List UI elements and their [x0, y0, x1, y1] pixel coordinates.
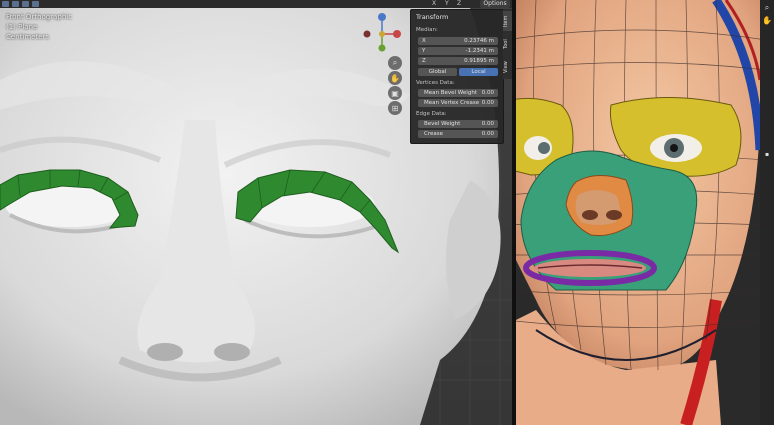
field-key: X [422, 38, 426, 44]
zoom-icon[interactable]: ⌕ [762, 3, 772, 13]
grid-ortho-icon[interactable]: ⊞ [388, 101, 402, 115]
camera-view-icon[interactable]: ▣ [388, 86, 402, 100]
right-toolbar-strip [760, 0, 774, 425]
tab-view[interactable]: View [503, 57, 512, 77]
tool-icon[interactable]: ▪ [762, 150, 772, 160]
select-mode-icon[interactable] [12, 1, 19, 7]
mean-vertex-crease-field[interactable]: Mean Vertex Crease 0.00 [418, 99, 498, 107]
field-value: 0.00 [481, 131, 494, 137]
shading-icon[interactable] [32, 1, 39, 7]
global-space-button[interactable]: Global [418, 68, 457, 76]
local-space-button[interactable]: Local [459, 68, 498, 76]
topology-face-reference [516, 0, 760, 425]
topology-reference-viewport[interactable] [516, 0, 760, 425]
viewport-header [0, 0, 516, 8]
transform-icon[interactable] [22, 1, 29, 7]
tab-item[interactable]: Item [503, 11, 512, 31]
vertices-data-label: Vertices Data: [416, 80, 455, 86]
field-key: Mean Bevel Weight [424, 90, 477, 96]
mean-bevel-weight-field[interactable]: Mean Bevel Weight 0.00 [418, 89, 498, 97]
editor-type-icon[interactable] [2, 1, 9, 7]
gizmo-y-axis[interactable] [378, 44, 386, 52]
mirror-x-toggle[interactable]: X [432, 0, 436, 8]
median-x-field[interactable]: X 0.23746 m [418, 37, 498, 45]
median-y-field[interactable]: Y -1.2341 m [418, 47, 498, 55]
median-label: Median: [416, 27, 438, 33]
mirror-z-toggle[interactable]: Z [457, 0, 461, 8]
field-key: Crease [424, 131, 443, 137]
pan-hand-icon[interactable]: ✋ [388, 71, 402, 85]
bevel-weight-field[interactable]: Bevel Weight 0.00 [418, 120, 498, 128]
edge-data-label: Edge Data: [416, 111, 447, 117]
mirror-y-toggle[interactable]: Y [445, 0, 449, 8]
transform-sidebar-panel: Transform Median: X 0.23746 m Y -1.2341 … [410, 9, 504, 144]
navigation-gizmo[interactable] [360, 12, 404, 56]
field-value: 0.23746 m [464, 38, 494, 44]
gizmo-neg-x-axis[interactable] [363, 30, 371, 38]
crease-field[interactable]: Crease 0.00 [418, 130, 498, 138]
field-value: -1.2341 m [465, 48, 494, 54]
object-name-text: (1) Plane [6, 23, 38, 31]
field-key: Bevel Weight [424, 121, 461, 127]
options-button[interactable]: Options [480, 0, 510, 8]
view-name-text: Front Orthographic [6, 13, 73, 21]
field-value: 0.00 [481, 100, 494, 106]
field-key: Mean Vertex Crease [424, 100, 480, 106]
field-key: Z [422, 58, 426, 64]
gizmo-z-axis[interactable] [378, 13, 386, 21]
tab-tool[interactable]: Tool [503, 34, 512, 54]
pan-hand-icon[interactable]: ✋ [762, 16, 772, 26]
viewport-overlay-info: Front Orthographic (1) Plane Centimeters [6, 12, 72, 42]
field-value: 0.00 [481, 121, 494, 127]
median-z-field[interactable]: Z 0.91895 m [418, 57, 498, 65]
field-value: 0.91895 m [464, 58, 494, 64]
field-key: Y [422, 48, 426, 54]
zoom-icon[interactable]: ⌕ [388, 56, 402, 70]
space-toggle: Global Local [418, 68, 498, 76]
transform-panel-title[interactable]: Transform [416, 13, 448, 21]
units-text: Centimeters [6, 33, 50, 41]
gizmo-x-axis[interactable] [393, 30, 401, 38]
field-value: 0.00 [481, 90, 494, 96]
sidebar-tabs: Item Tool View [503, 9, 512, 79]
